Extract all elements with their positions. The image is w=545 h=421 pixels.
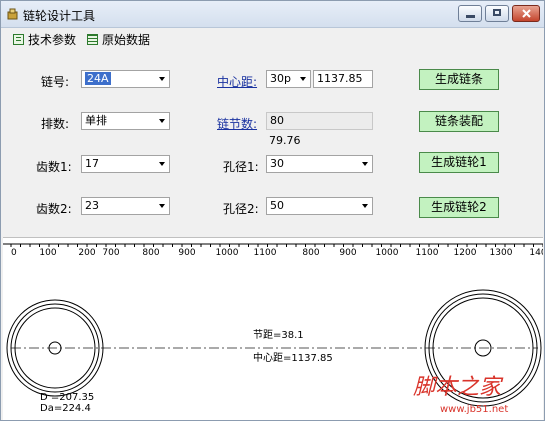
chain-no-select[interactable]: 24A <box>81 70 170 88</box>
chevron-down-icon <box>362 204 368 208</box>
chevron-down-icon <box>159 162 165 166</box>
bore1-label: 孔径1: <box>223 160 259 174</box>
menu-raw-data-label: 原始数据 <box>102 32 151 47</box>
center-distance-text: 中心距=1137.85 <box>253 351 333 364</box>
drawing-canvas[interactable]: 0 100 200 700 800 900 1000 1100 800 900 1000 1100 12… <box>3 237 543 420</box>
ruler-label: 1000 <box>216 248 239 258</box>
ruler-label: 0 <box>11 248 17 258</box>
menu-raw-data[interactable]: 原始数据 <box>87 31 150 47</box>
d-text: D =207.35 <box>40 392 94 403</box>
chevron-down-icon <box>300 77 306 81</box>
link-count-input[interactable]: 80 <box>266 112 373 130</box>
chevron-down-icon <box>159 77 165 81</box>
link-count-value: 80 <box>270 114 284 127</box>
bore1-value: 30 <box>270 157 284 170</box>
menu-bar: 技术参数 原始数据 <box>1 27 544 47</box>
bore2-label: 孔径2: <box>223 202 259 216</box>
maximize-icon <box>493 9 501 16</box>
menu-tech-params-label: 技术参数 <box>28 32 77 47</box>
app-window: 链轮设计工具 技术参数 原始数据 链号: 24A 排数: 单排 齿数1: 17 … <box>0 0 545 421</box>
teeth1-value: 17 <box>85 157 99 170</box>
close-icon <box>522 9 531 18</box>
center-distance-label[interactable]: 中心距: <box>217 73 257 90</box>
teeth2-label: 齿数2: <box>36 202 72 216</box>
ruler-label: 1100 <box>416 248 439 258</box>
ruler-label: 900 <box>178 248 195 258</box>
bore2-value: 50 <box>270 199 284 212</box>
rows-value: 单排 <box>85 114 107 127</box>
ruler-label: 1200 <box>454 248 477 258</box>
ruler-label: 1300 <box>490 248 513 258</box>
menu-tech-params[interactable]: 技术参数 <box>13 31 76 47</box>
generate-sprocket1-button[interactable]: 生成链轮1 <box>419 152 499 173</box>
window-title: 链轮设计工具 <box>23 9 96 23</box>
chain-no-value: 24A <box>85 72 111 85</box>
minimize-icon <box>466 15 475 18</box>
bore1-select[interactable]: 30 <box>266 155 373 173</box>
watermark-url: www.jb51.net <box>440 404 508 415</box>
minimize-button[interactable] <box>458 5 482 22</box>
ruler-label: 1100 <box>254 248 277 258</box>
rows-select[interactable]: 单排 <box>81 112 170 130</box>
watermark-logo: 脚本之家 <box>413 375 504 400</box>
da-text: Da=224.4 <box>40 403 91 414</box>
center-distance-unit-select[interactable]: 30p <box>266 70 311 88</box>
rows-label: 排数: <box>41 117 70 131</box>
drawing-svg: 0 100 200 700 800 900 1000 1100 800 900 1000 1100 12… <box>3 243 543 415</box>
table-icon <box>87 33 98 45</box>
teeth1-label: 齿数1: <box>36 160 72 174</box>
chevron-down-icon <box>159 119 165 123</box>
ruler-label: 800 <box>142 248 159 258</box>
link-count-sub-value: 79.76 <box>269 134 301 147</box>
ruler-label: 100 <box>39 248 56 258</box>
teeth2-select[interactable]: 23 <box>81 197 170 215</box>
ruler-label: 140 <box>529 248 543 258</box>
close-button[interactable] <box>512 5 540 22</box>
ruler-label: 1000 <box>376 248 399 258</box>
generate-sprocket2-button[interactable]: 生成链轮2 <box>419 197 499 218</box>
app-icon <box>7 8 18 20</box>
bore2-select[interactable]: 50 <box>266 197 373 215</box>
generate-chain-button[interactable]: 生成链条 <box>419 69 499 90</box>
chevron-down-icon <box>362 162 368 166</box>
chevron-down-icon <box>159 204 165 208</box>
pitch-text: 节距=38.1 <box>253 329 304 341</box>
chain-assembly-button[interactable]: 链条装配 <box>419 111 499 132</box>
ruler-label: 700 <box>102 248 119 258</box>
ruler-label: 200 <box>78 248 95 258</box>
link-count-label[interactable]: 链节数: <box>217 115 257 132</box>
teeth2-value: 23 <box>85 199 99 212</box>
teeth1-select[interactable]: 17 <box>81 155 170 173</box>
center-distance-value: 1137.85 <box>317 72 363 85</box>
ruler-label: 900 <box>339 248 356 258</box>
ruler-labels: 0 100 200 700 800 900 1000 1100 800 900 1000 1100 12… <box>11 248 543 258</box>
document-icon <box>13 33 24 45</box>
maximize-button[interactable] <box>485 5 509 22</box>
ruler-label: 800 <box>302 248 319 258</box>
title-bar: 链轮设计工具 <box>1 1 544 28</box>
chain-no-label: 链号: <box>41 75 70 89</box>
center-distance-input[interactable]: 1137.85 <box>313 70 373 88</box>
center-distance-unit-value: 30p <box>270 72 291 85</box>
